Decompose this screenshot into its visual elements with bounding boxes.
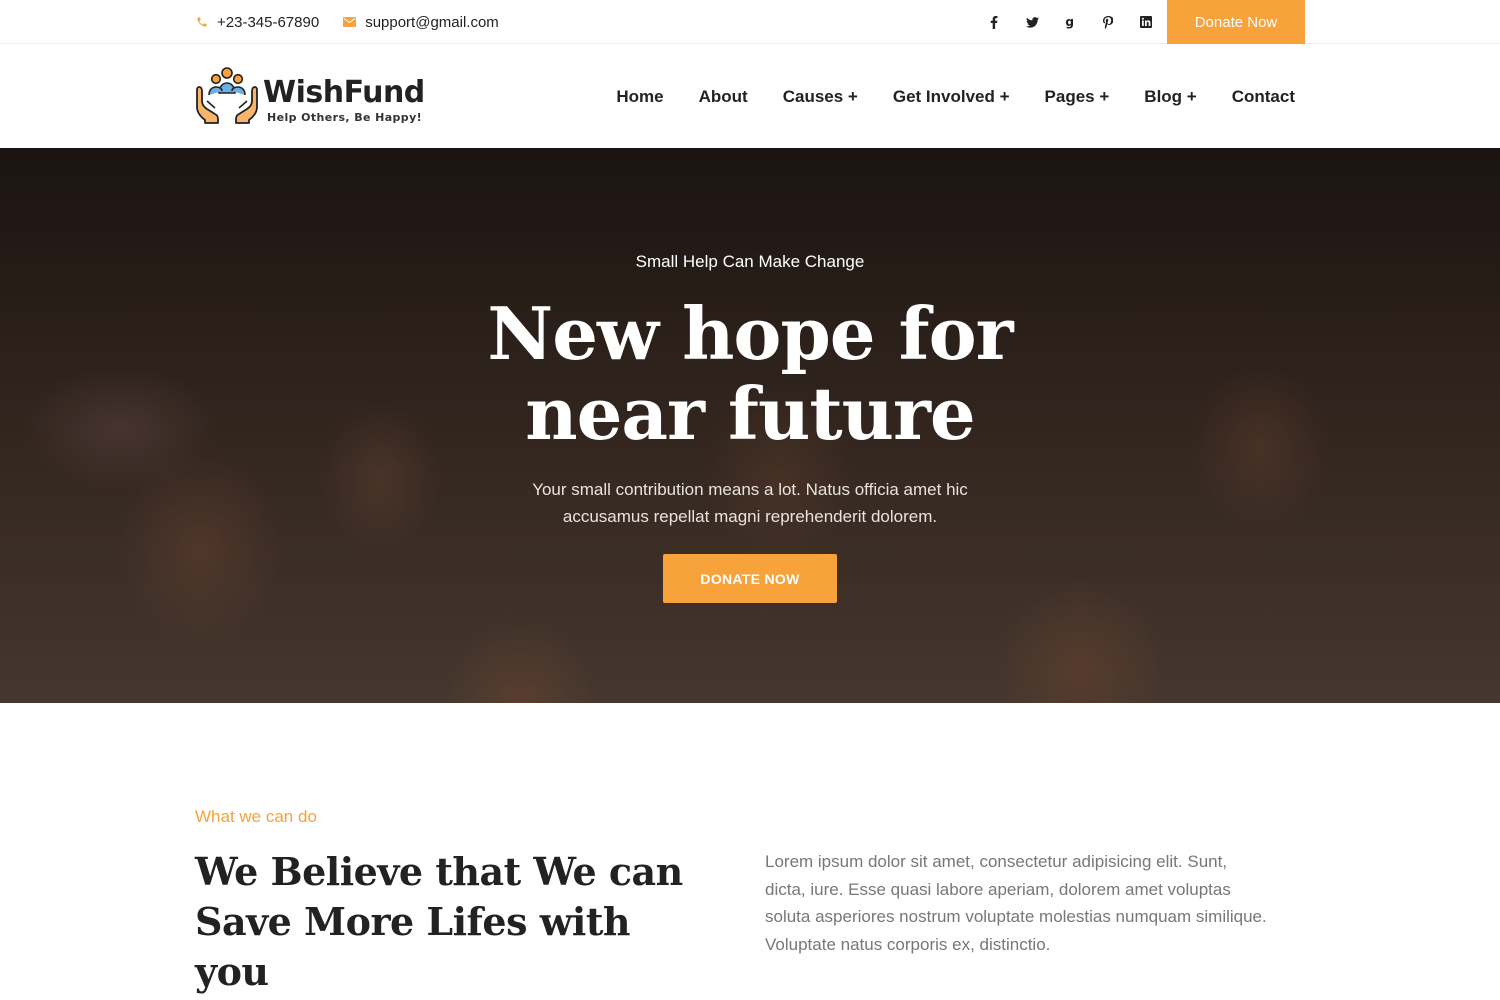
nav-get-involved[interactable]: Get Involved + <box>893 87 1010 107</box>
google-icon[interactable]: g <box>1051 0 1089 44</box>
mail-icon <box>343 17 357 27</box>
top-bar: +23-345-67890 support@gmail.com g Donate… <box>0 0 1500 44</box>
logo[interactable]: WishFund Help Others, Be Happy! <box>195 63 425 127</box>
pinterest-icon[interactable] <box>1089 0 1127 44</box>
hero-description: Your small contribution means a lot. Nat… <box>532 480 968 526</box>
nav-pages[interactable]: Pages + <box>1045 87 1110 107</box>
donate-now-button[interactable]: Donate Now <box>1167 0 1305 44</box>
nav-about[interactable]: About <box>699 87 748 107</box>
email-contact[interactable]: support@gmail.com <box>343 14 499 31</box>
hero-title: New hope for near future <box>0 294 1500 454</box>
section-body: Lorem ipsum dolor sit amet, consectetur … <box>765 852 1267 954</box>
hero-title-line-2: near future <box>525 371 975 456</box>
section-eyebrow: What we can do <box>195 807 317 826</box>
twitter-icon[interactable] <box>1013 0 1051 44</box>
main-nav: Home About Causes + Get Involved + Pages… <box>616 45 1295 148</box>
hero-kicker: Small Help Can Make Change <box>635 252 865 271</box>
hero-title-line-1: New hope for <box>487 291 1013 376</box>
phone-contact[interactable]: +23-345-67890 <box>196 14 319 31</box>
section-title-line-2: Save More Lifes with you <box>195 899 631 994</box>
site-header: WishFund Help Others, Be Happy! Home Abo… <box>0 45 1500 148</box>
hero-content: Small Help Can Make Change New hope for … <box>0 148 1500 703</box>
hero-banner: Small Help Can Make Change New hope for … <box>0 148 1500 703</box>
section-title: We Believe that We can Save More Lifes w… <box>195 847 715 997</box>
nav-causes[interactable]: Causes + <box>783 87 858 107</box>
brand-name: WishFund <box>263 75 425 110</box>
hero-donate-button[interactable]: DONATE NOW <box>663 554 837 603</box>
phone-icon <box>196 16 208 28</box>
nav-home[interactable]: Home <box>616 87 663 107</box>
hands-heart-icon <box>196 67 258 124</box>
brand-tagline: Help Others, Be Happy! <box>267 111 423 124</box>
section-title-line-1: We Believe that We can <box>195 849 683 894</box>
email-address: support@gmail.com <box>365 13 499 31</box>
social-links: g <box>975 0 1165 44</box>
about-section: What we can do We Believe that We can Sa… <box>0 703 1500 1000</box>
facebook-icon[interactable] <box>975 0 1013 44</box>
phone-number: +23-345-67890 <box>217 13 320 31</box>
nav-blog[interactable]: Blog + <box>1144 87 1196 107</box>
svg-text:g: g <box>1065 16 1074 29</box>
contact-info: +23-345-67890 support@gmail.com <box>196 0 499 44</box>
linkedin-icon[interactable] <box>1127 0 1165 44</box>
nav-contact[interactable]: Contact <box>1232 87 1295 107</box>
